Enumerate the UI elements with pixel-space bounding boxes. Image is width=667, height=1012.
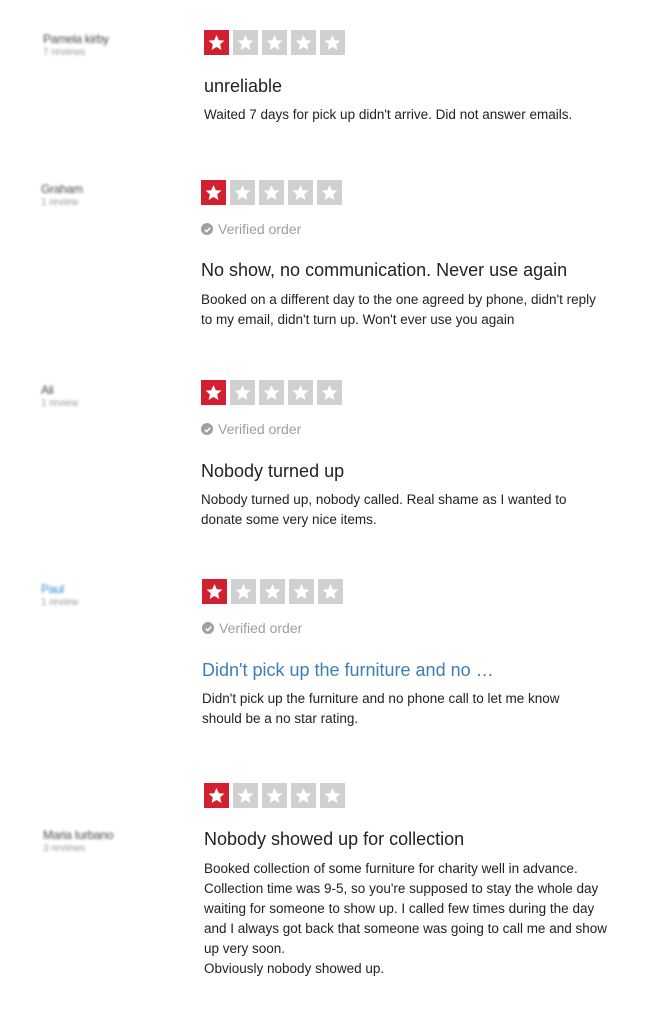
star-rating xyxy=(204,783,345,808)
star-rating xyxy=(204,30,345,55)
star-icon xyxy=(317,380,342,405)
star-icon xyxy=(291,30,316,55)
star-icon xyxy=(233,30,258,55)
checkmark-icon xyxy=(201,423,213,435)
star-icon xyxy=(289,579,314,604)
review-title[interactable]: Nobody turned up xyxy=(201,461,344,482)
verified-order-badge: Verified order xyxy=(201,421,301,437)
reviewer-info: Pamela kirby 7 reviews xyxy=(43,32,109,58)
verified-order-badge: Verified order xyxy=(201,221,301,237)
star-icon xyxy=(231,579,256,604)
star-rating xyxy=(201,180,342,205)
star-icon xyxy=(259,380,284,405)
review-body: Booked on a different day to the one agr… xyxy=(201,292,596,327)
star-icon xyxy=(291,783,316,808)
reviewer-name[interactable]: Paul xyxy=(41,582,78,596)
star-icon xyxy=(288,380,313,405)
reviewer-info: Ali 1 review xyxy=(41,383,78,409)
verified-order-badge: Verified order xyxy=(202,620,302,636)
review-title[interactable]: Nobody showed up for collection xyxy=(204,829,464,850)
star-icon xyxy=(260,579,285,604)
star-icon xyxy=(202,579,227,604)
star-icon xyxy=(230,180,255,205)
reviewer-review-count: 7 reviews xyxy=(43,47,86,58)
reviewer-info: Maria Iurbano 3 reviews xyxy=(43,828,113,854)
star-icon xyxy=(288,180,313,205)
reviewer-name[interactable]: Pamela kirby xyxy=(43,32,109,46)
star-icon xyxy=(204,30,229,55)
checkmark-icon xyxy=(201,223,213,235)
star-icon xyxy=(262,30,287,55)
star-icon xyxy=(259,180,284,205)
review-title[interactable]: No show, no communication. Never use aga… xyxy=(201,260,567,281)
reviewer-info: Graham 1 review xyxy=(41,182,83,208)
verified-label: Verified order xyxy=(218,221,302,237)
star-icon xyxy=(320,783,345,808)
reviewer-review-count: 1 review xyxy=(41,597,79,608)
star-icon xyxy=(201,180,226,205)
checkmark-icon xyxy=(202,622,214,634)
review-body: Waited 7 days for pick up didn't arrive.… xyxy=(204,107,573,122)
star-icon xyxy=(233,783,258,808)
review-body: Nobody turned up, nobody called. Real sh… xyxy=(201,492,567,527)
reviewer-name[interactable]: Ali xyxy=(41,383,78,397)
verified-label: Verified order xyxy=(218,421,302,437)
reviewer-review-count: 1 review xyxy=(41,197,79,208)
star-icon xyxy=(320,30,345,55)
star-icon xyxy=(317,180,342,205)
review-title-link[interactable]: Didn't pick up the furniture and no … xyxy=(202,660,494,681)
review-title[interactable]: unreliable xyxy=(204,76,282,97)
verified-label: Verified order xyxy=(219,620,303,636)
star-icon xyxy=(204,783,229,808)
star-icon xyxy=(201,380,226,405)
star-icon xyxy=(230,380,255,405)
reviewer-name[interactable]: Graham xyxy=(41,182,83,196)
review-body: Didn't pick up the furniture and no phon… xyxy=(202,691,560,726)
review-body: Booked collection of some furniture for … xyxy=(204,861,607,976)
reviewer-review-count: 1 review xyxy=(41,398,79,409)
star-icon xyxy=(262,783,287,808)
reviewer-name[interactable]: Maria Iurbano xyxy=(43,828,113,842)
reviewer-info: Paul 1 review xyxy=(41,582,78,608)
star-rating xyxy=(201,380,342,405)
star-icon xyxy=(318,579,343,604)
reviewer-review-count: 3 reviews xyxy=(43,843,86,854)
star-rating xyxy=(202,579,343,604)
